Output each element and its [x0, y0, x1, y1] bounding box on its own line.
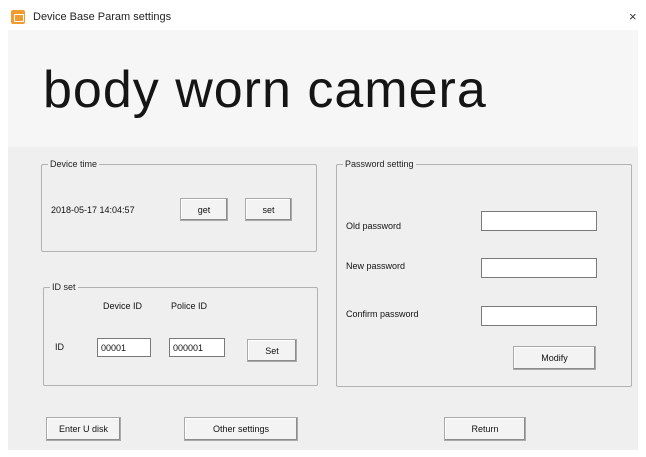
old-password-input[interactable]	[481, 211, 597, 231]
enter-udisk-button[interactable]: Enter U disk	[46, 417, 121, 441]
set-time-button[interactable]: set	[245, 198, 292, 221]
close-icon[interactable]: ×	[629, 10, 637, 23]
other-settings-button[interactable]: Other settings	[184, 417, 298, 441]
device-time-legend: Device time	[48, 158, 100, 170]
new-password-label: New password	[346, 261, 406, 271]
device-id-input[interactable]: 00001	[97, 338, 151, 357]
police-id-header: Police ID	[171, 301, 208, 311]
set-id-button[interactable]: Set	[247, 339, 297, 362]
return-button[interactable]: Return	[444, 417, 526, 441]
banner-title: body worn camera	[43, 61, 487, 119]
window-title: Device Base Param settings	[33, 11, 172, 23]
get-time-button[interactable]: get	[180, 198, 228, 221]
device-id-header: Device ID	[103, 301, 143, 311]
confirm-password-input[interactable]	[481, 306, 597, 326]
password-legend: Password setting	[343, 158, 416, 170]
police-id-input[interactable]: 000001	[169, 338, 225, 357]
confirm-password-label: Confirm password	[346, 309, 419, 319]
app-icon	[11, 10, 25, 24]
new-password-input[interactable]	[481, 258, 597, 278]
id-set-legend: ID set	[50, 281, 78, 293]
device-time-value: 2018-05-17 14:04:57	[51, 205, 135, 215]
id-row-label: ID	[55, 342, 64, 352]
modify-button[interactable]: Modify	[513, 346, 596, 370]
title-bar: Device Base Param settings ×	[0, 0, 646, 30]
old-password-label: Old password	[346, 221, 402, 231]
